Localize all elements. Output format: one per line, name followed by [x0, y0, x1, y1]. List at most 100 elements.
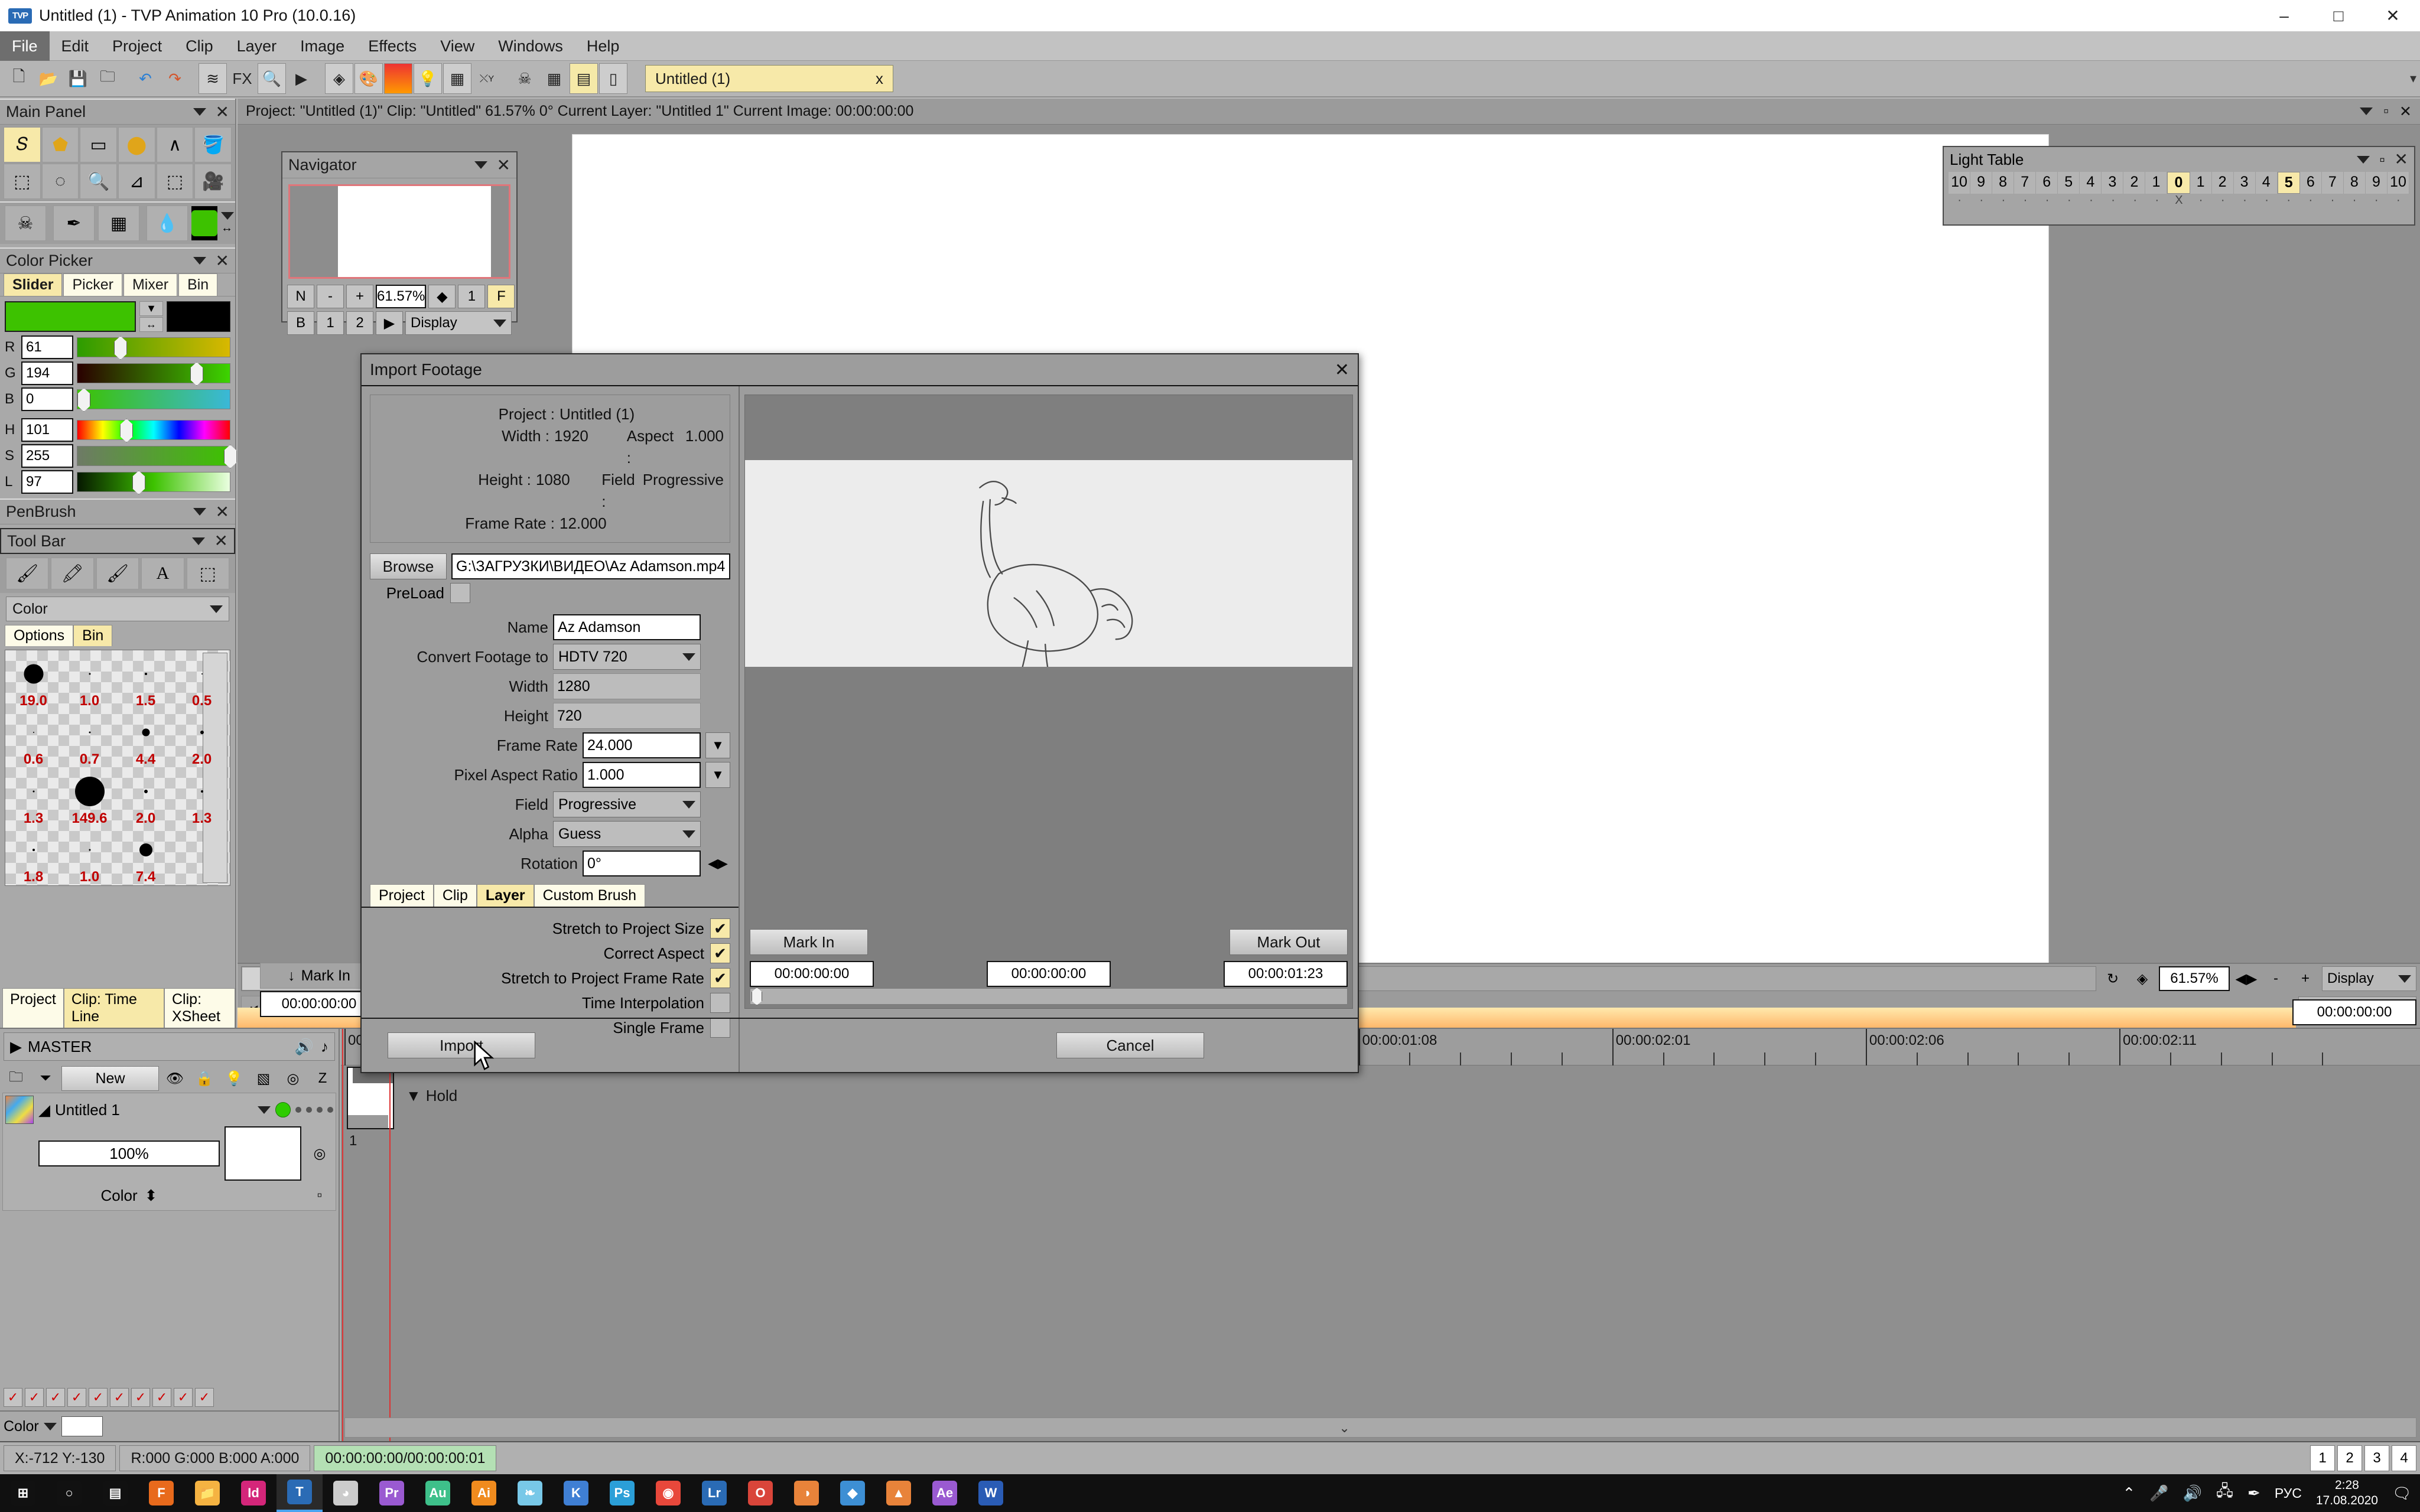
light-table-marker-17[interactable]: ·	[2321, 194, 2343, 207]
main-panel-chevron-down-icon[interactable]	[193, 108, 206, 116]
navigator-b-button[interactable]: B	[287, 311, 314, 335]
layer-toggle-10[interactable]: ✓	[195, 1388, 214, 1407]
tab-bin[interactable]: Bin	[178, 273, 217, 296]
light-table-frame-8[interactable]: 2	[2123, 172, 2145, 194]
navigator-fit-button[interactable]: F	[487, 285, 515, 308]
light-table-marker-11[interactable]: ·	[2190, 194, 2212, 207]
layer-toggle-4[interactable]: ✓	[67, 1388, 86, 1407]
color-picker-close-icon[interactable]: ✕	[216, 253, 229, 269]
layer-toggle-3[interactable]: ✓	[46, 1388, 65, 1407]
layer-onion-dot[interactable]	[327, 1107, 333, 1113]
layer-visibility-dot[interactable]	[275, 1102, 291, 1117]
chevron-up-icon[interactable]: ⌃	[2122, 1484, 2135, 1503]
dialog-close-icon[interactable]: ✕	[1335, 360, 1349, 380]
navigator-display-select[interactable]: Display	[405, 311, 512, 335]
audition-icon[interactable]: Au	[415, 1474, 461, 1512]
layer-lock-dot[interactable]	[295, 1107, 301, 1113]
fill-bucket-icon[interactable]: 🪣	[194, 127, 232, 162]
illustrator-icon[interactable]: Ai	[461, 1474, 507, 1512]
channel-slider-r[interactable]	[77, 337, 230, 357]
preview-mark-out-value[interactable]: 00:00:01:23	[1224, 961, 1348, 987]
penbrush-close-icon[interactable]: ✕	[216, 504, 229, 520]
canvas-zoom-value[interactable]: 61.57%	[2159, 966, 2230, 991]
light-table-marker-12[interactable]: ·	[2212, 194, 2234, 207]
master-audio-icon[interactable]: 🔊	[295, 1038, 314, 1056]
import-button[interactable]: Import	[388, 1032, 535, 1058]
layer-light-dot[interactable]	[306, 1107, 312, 1113]
rectangle-shape-icon[interactable]: ▭	[80, 127, 117, 162]
browse-button[interactable]: Browse	[370, 553, 447, 579]
light-table-frame-11[interactable]: 1	[2190, 172, 2212, 194]
preview-current-value[interactable]: 00:00:00:00	[987, 961, 1111, 987]
firefox-icon[interactable]: F	[138, 1474, 184, 1512]
menu-project[interactable]: Project	[100, 31, 174, 61]
current-color-swatch[interactable]	[191, 206, 217, 240]
preview-mark-in-value[interactable]: 00:00:00:00	[750, 961, 874, 987]
layer-toggle-5[interactable]: ✓	[89, 1388, 108, 1407]
name-input[interactable]: Az Adamson	[553, 614, 701, 640]
status-page-icon[interactable]: 4	[2392, 1445, 2416, 1471]
ellipse-shape-icon[interactable]: ⬤	[118, 127, 155, 162]
polygon-shape-icon[interactable]: ⬟	[42, 127, 79, 162]
status-page-2[interactable]: 2	[2337, 1445, 2362, 1471]
channel-value-l[interactable]: 97	[21, 470, 73, 494]
rotation-input[interactable]: 0°	[583, 850, 701, 876]
light-table-marker-7[interactable]: ·	[2102, 194, 2124, 207]
penbrush-chevron-down-icon[interactable]	[193, 508, 206, 516]
navigator-2-button[interactable]: 2	[346, 311, 373, 335]
channel-value-h[interactable]: 101	[21, 418, 73, 442]
navigator-zoom-value[interactable]: 61.57%	[376, 285, 426, 308]
brush-bin-item[interactable]: 4.4	[118, 709, 174, 768]
brush-bin-item[interactable]: 0.5	[174, 650, 230, 709]
light-table-frame-18[interactable]: 8	[2344, 172, 2366, 194]
layer-blend-stepper-icon[interactable]: ⬍	[145, 1187, 158, 1205]
brush-bin-item[interactable]: 1.0	[61, 827, 118, 886]
frame-rate-chevron-down-icon[interactable]: ▼	[705, 732, 730, 758]
status-page-3[interactable]: 3	[2364, 1445, 2389, 1471]
layer-row[interactable]: ◢ Untitled 1 100% ◎	[2, 1093, 336, 1211]
tab-bin-brushes[interactable]: Bin	[73, 625, 112, 646]
tvp-animation-icon[interactable]: T	[277, 1474, 323, 1512]
layer-expand-icon[interactable]: ◢	[38, 1101, 50, 1119]
layout-icon[interactable]: ▤	[570, 63, 598, 94]
close-project-icon[interactable]: 🗀	[93, 63, 122, 94]
onion-icon[interactable]: ◎	[279, 1066, 307, 1091]
maximize-button[interactable]: □	[2311, 0, 2366, 31]
light-table-marker-18[interactable]: ·	[2344, 194, 2366, 207]
layer-toggle-2[interactable]: ✓	[25, 1388, 44, 1407]
cutout-select-icon[interactable]: ⬚	[4, 164, 41, 199]
light-table-chevron-down-icon[interactable]	[2357, 156, 2370, 164]
navigator-chevron-down-icon[interactable]	[474, 161, 487, 169]
navigator-zoom-arrows-icon[interactable]: ◆	[428, 285, 456, 308]
vlc-icon[interactable]: ▲	[876, 1474, 922, 1512]
after-effects-icon[interactable]: Ae	[922, 1474, 968, 1512]
light-table-marker-4[interactable]: ·	[2037, 194, 2058, 207]
canvas-rotate-icon[interactable]: ↻	[2100, 966, 2126, 991]
brush-bin-item[interactable]: 1.0	[61, 650, 118, 709]
opera-icon[interactable]: O	[737, 1474, 783, 1512]
calculator-icon[interactable]: ▦	[443, 63, 471, 94]
primary-color-swatch[interactable]	[5, 301, 136, 332]
crop-tool-icon[interactable]: ⊿	[118, 164, 155, 199]
hold-chevron-down-icon[interactable]: ▼	[406, 1087, 421, 1105]
light-table-maximize-icon[interactable]: ▫	[2379, 151, 2385, 169]
brush-mode-select[interactable]: Color	[6, 597, 229, 621]
light-table-marker-3[interactable]: ·	[2014, 194, 2036, 207]
navigator-normal-button[interactable]: N	[287, 285, 314, 308]
notification-icon[interactable]: 🗨	[2392, 1484, 2412, 1503]
light-table-frame-2[interactable]: 8	[1992, 172, 2014, 194]
transform-tool-icon[interactable]: ⬚	[157, 164, 194, 199]
clock[interactable]: 2:28 17.08.2020	[2316, 1478, 2378, 1509]
canvas-zoom-arrows-icon[interactable]: ◀▶	[2233, 966, 2259, 991]
document-tab-close-icon[interactable]: x	[876, 70, 883, 88]
light-table-marker-1[interactable]: ·	[1970, 194, 1992, 207]
light-table-marker-9[interactable]: ·	[2146, 194, 2168, 207]
light-table-frame-19[interactable]: 9	[2366, 172, 2388, 194]
color-swap-arrows-icon[interactable]: ↔	[139, 317, 163, 332]
light-table-marker-0[interactable]: ·	[1949, 194, 1970, 207]
navigator-1-button[interactable]: 1	[317, 311, 344, 335]
camera-tool-icon[interactable]: 🎥	[194, 164, 232, 199]
channel-slider-h[interactable]	[77, 420, 230, 440]
channel-value-s[interactable]: 255	[21, 444, 73, 468]
onion-skin-icon[interactable]: ☠	[510, 63, 539, 94]
